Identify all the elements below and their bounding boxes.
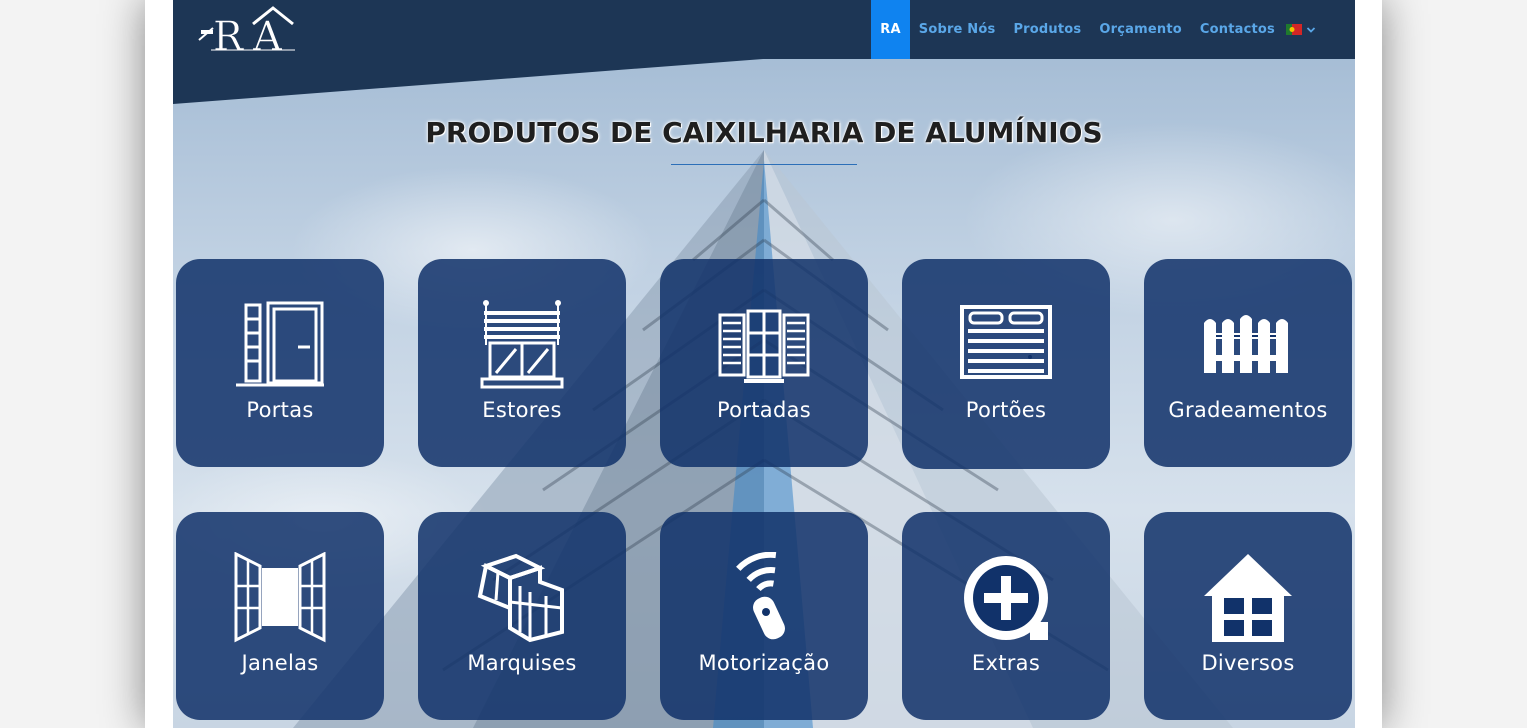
house-icon xyxy=(1204,554,1292,642)
enclosure-icon xyxy=(477,553,564,643)
nav-item-label: RA xyxy=(880,22,901,37)
chevron-down-icon xyxy=(1306,26,1316,33)
product-tile-diversos[interactable]: Diversos xyxy=(1144,512,1352,720)
product-tile-portadas[interactable]: Portadas xyxy=(660,259,868,467)
nav-item-orcamento[interactable]: Orçamento xyxy=(1090,0,1191,59)
product-tile-portas[interactable]: Portas xyxy=(176,259,384,467)
product-tile-motorizacao[interactable]: Motorização xyxy=(660,512,868,720)
nav-item-label: Sobre Nós xyxy=(918,22,996,37)
product-label: Portões xyxy=(965,398,1047,422)
page-title: PRODUTOS DE CAIXILHARIA DE ALUMÍNIOS xyxy=(425,116,1103,149)
product-label: Diversos xyxy=(1201,651,1295,675)
product-tile-marquises[interactable]: Marquises xyxy=(418,512,626,720)
product-label: Extras xyxy=(971,651,1041,675)
site-container: R A RA Sobre Nós Produtos Orçamento Cont… xyxy=(173,0,1355,728)
roller-shutter-icon xyxy=(480,300,564,389)
nav-item-label: Produtos xyxy=(1013,22,1082,37)
nav-item-ra[interactable]: RA xyxy=(871,0,910,59)
title-divider xyxy=(671,164,857,165)
main-nav: RA Sobre Nós Produtos Orçamento Contacto… xyxy=(871,0,1325,59)
nav-item-label: Orçamento xyxy=(1099,22,1182,37)
product-label: Motorização xyxy=(698,651,830,675)
product-label: Portas xyxy=(246,398,314,422)
product-label: Portadas xyxy=(716,398,812,422)
product-tile-extras[interactable]: Extras xyxy=(902,512,1110,720)
product-tile-janelas[interactable]: Janelas xyxy=(176,512,384,720)
shutters-icon xyxy=(718,309,810,383)
nav-item-produtos[interactable]: Produtos xyxy=(1004,0,1090,59)
window-icon xyxy=(234,552,326,643)
product-tile-portoes[interactable]: Portões xyxy=(902,259,1110,469)
product-tile-gradeamentos[interactable]: Gradeamentos xyxy=(1144,259,1352,467)
remote-control-icon xyxy=(736,552,785,640)
product-label: Gradeamentos xyxy=(1168,398,1328,422)
nav-item-contactos[interactable]: Contactos xyxy=(1191,0,1284,59)
garage-door-icon xyxy=(960,305,1052,379)
product-tile-estores[interactable]: Estores xyxy=(418,259,626,467)
ra-logo[interactable]: R A xyxy=(195,4,295,56)
fence-icon xyxy=(1204,315,1288,373)
product-label: Marquises xyxy=(467,651,577,675)
portugal-flag-icon xyxy=(1286,24,1302,35)
nav-item-sobre-nos[interactable]: Sobre Nós xyxy=(910,0,1005,59)
door-icon xyxy=(236,301,324,387)
language-switcher[interactable] xyxy=(1284,0,1325,59)
nav-item-label: Contactos xyxy=(1199,22,1275,37)
product-label: Estores xyxy=(482,398,562,422)
plus-circle-icon xyxy=(964,556,1048,640)
product-label: Janelas xyxy=(241,651,319,675)
